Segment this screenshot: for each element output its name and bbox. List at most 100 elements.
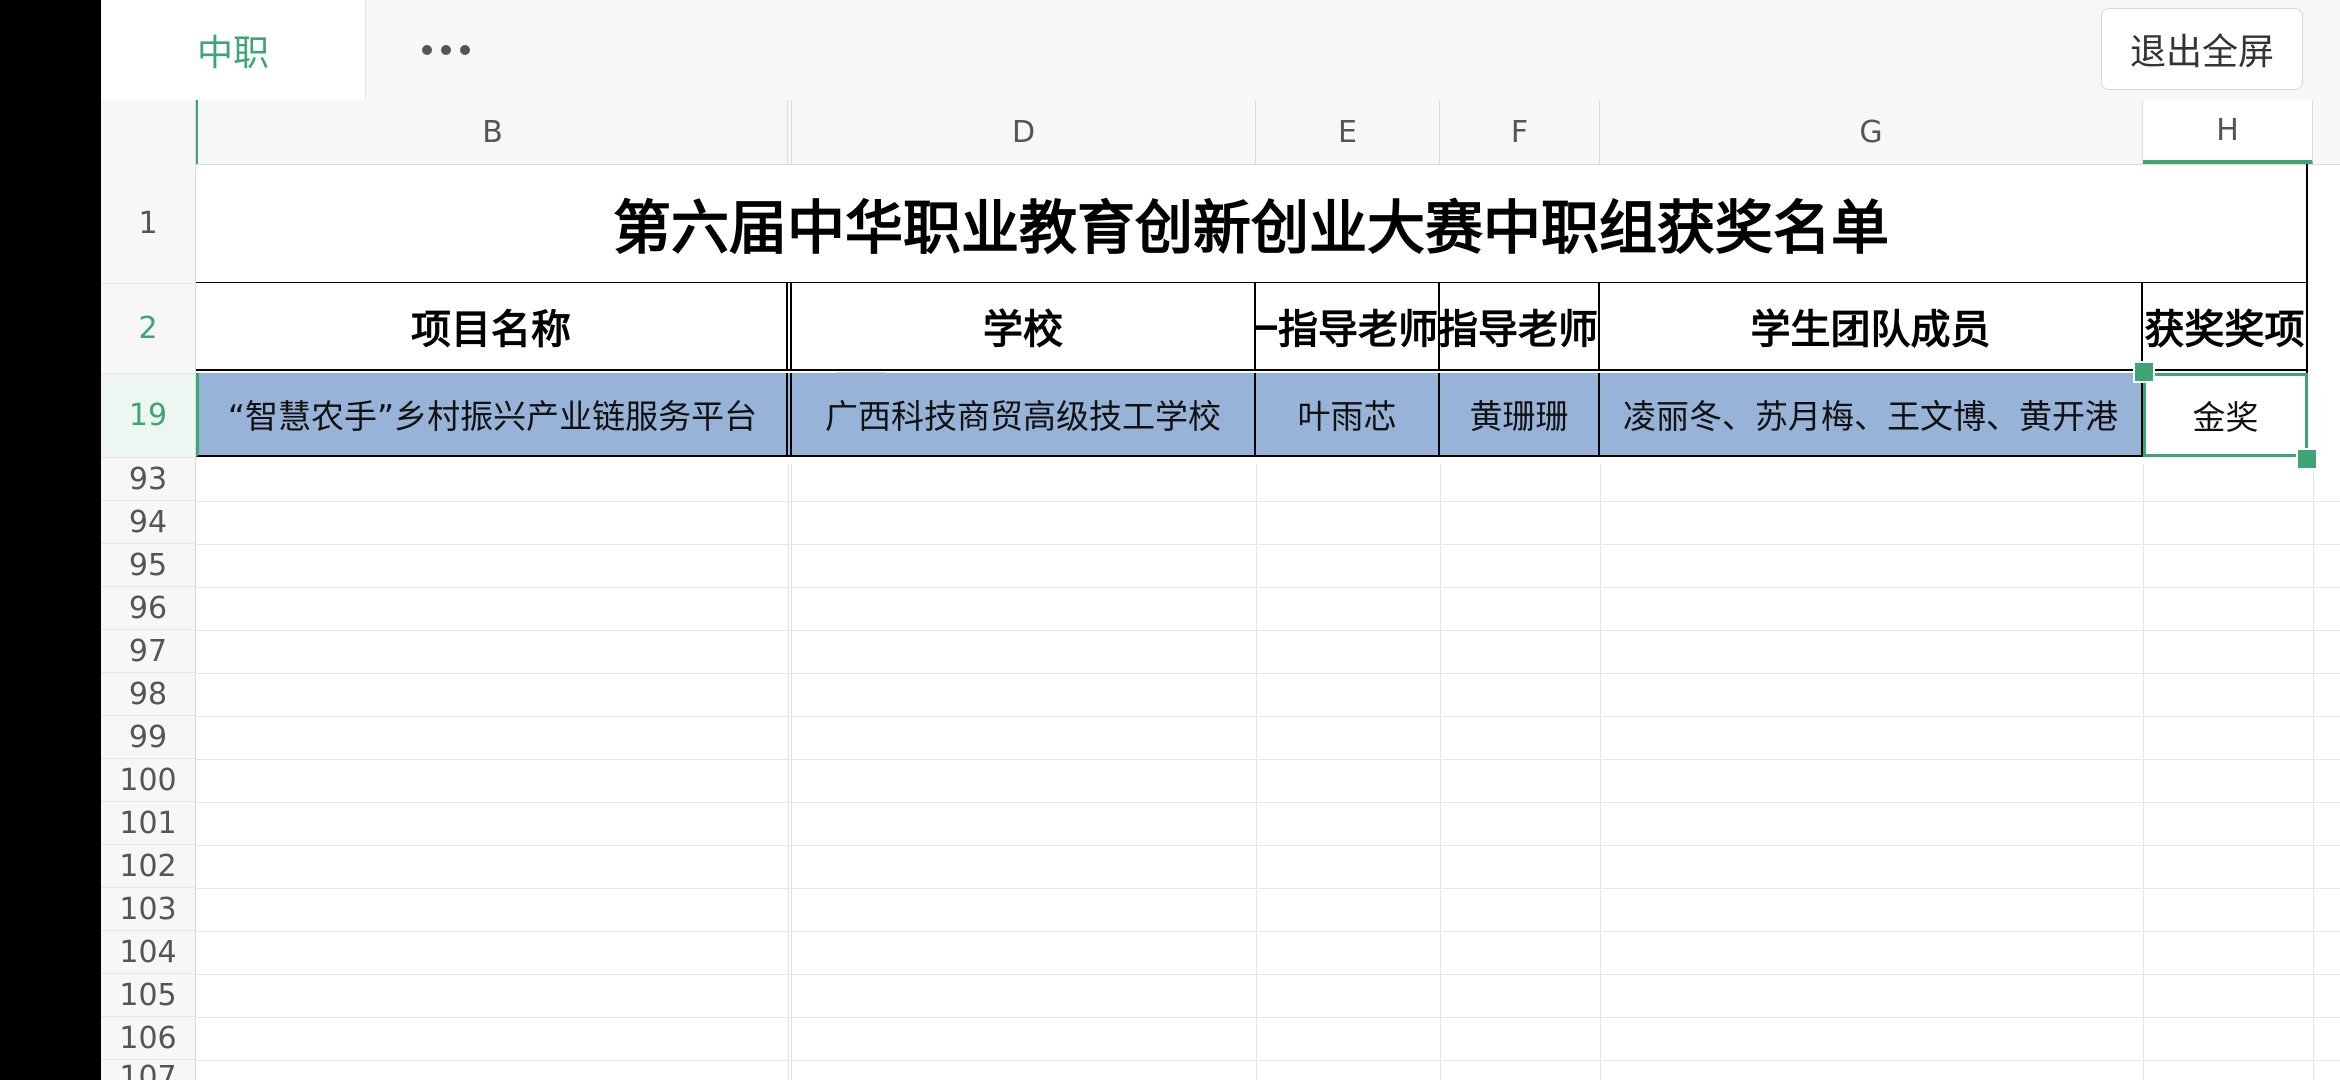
- corner-cell[interactable]: [101, 100, 196, 164]
- row-header[interactable]: 93: [101, 458, 195, 501]
- grid-line: [1600, 464, 1601, 1080]
- row-header[interactable]: 101: [101, 802, 195, 845]
- grid-line: [2313, 464, 2314, 1080]
- row-header[interactable]: 102: [101, 845, 195, 888]
- column-label: H: [2216, 112, 2239, 148]
- sheet-tab[interactable]: 中职: [101, 0, 366, 100]
- row-number: 95: [128, 547, 168, 583]
- cell-first-teacher[interactable]: 叶雨芯: [1256, 373, 1440, 457]
- grid-line: [196, 1017, 2340, 1018]
- dot: [441, 45, 451, 55]
- row-number: 2: [138, 311, 158, 346]
- cell-value: 黄珊珊: [1469, 397, 1569, 436]
- row-header[interactable]: 2: [101, 284, 195, 374]
- row-number: 94: [128, 504, 168, 540]
- cell-value: 广西科技商贸高级技工学校: [825, 397, 1221, 436]
- cell-value: 金奖: [2192, 398, 2259, 437]
- header-label: 获奖奖项: [2144, 307, 2305, 353]
- grid-line: [196, 630, 2340, 631]
- grid-line: [788, 464, 789, 1080]
- selection-handle-bottom-right[interactable]: [2296, 448, 2318, 470]
- row-header-bar: 1 2 19 93 94 95 96 97 98 99 100 101 102 …: [101, 164, 196, 1080]
- grid-line: [1256, 464, 1257, 1080]
- row-number: 105: [119, 977, 177, 1013]
- column-label: B: [482, 114, 503, 150]
- row-number: 98: [128, 676, 168, 712]
- row-number: 107: [119, 1060, 177, 1080]
- spreadsheet-app: 中职 退出全屏 B D E F G H 1 2 19 93 94 95 96 9…: [101, 0, 2340, 1080]
- column-header-g[interactable]: G: [1600, 100, 2143, 164]
- row-header[interactable]: 100: [101, 759, 195, 802]
- header-label: 学校: [983, 307, 1063, 353]
- grid-line: [196, 544, 2340, 545]
- row-header-selected[interactable]: 19: [101, 374, 195, 458]
- column-header-b[interactable]: B: [196, 100, 788, 164]
- row-header[interactable]: 104: [101, 931, 195, 974]
- header-cell-school[interactable]: 学校: [792, 283, 1256, 371]
- header-label: 第二指导老师: [1440, 307, 1598, 353]
- column-header-h[interactable]: H: [2143, 100, 2313, 164]
- row-header[interactable]: 103: [101, 888, 195, 931]
- header-label: 第一指导老师: [1256, 307, 1438, 353]
- row-number: 104: [119, 934, 177, 970]
- top-bar: 中职 退出全屏: [101, 0, 2340, 101]
- header-cell-students[interactable]: 学生团队成员: [1600, 283, 2143, 371]
- cell-value: “智慧农手”乡村振兴产业链服务平台: [227, 397, 758, 436]
- row-number: 93: [128, 461, 168, 497]
- grid-line: [196, 759, 2340, 760]
- column-label: F: [1510, 114, 1529, 150]
- header-cell-project[interactable]: 项目名称: [196, 283, 788, 371]
- row-header[interactable]: 97: [101, 630, 195, 673]
- row-header[interactable]: 105: [101, 974, 195, 1017]
- column-header-d[interactable]: D: [792, 100, 1256, 164]
- row-number: 99: [128, 719, 168, 755]
- row-number: 100: [119, 762, 177, 798]
- grid-line: [196, 888, 2340, 889]
- grid-line: [196, 587, 2340, 588]
- row-number: 101: [119, 805, 177, 841]
- grid-line: [196, 501, 2340, 502]
- sheet-tab-label: 中职: [196, 33, 269, 74]
- sheet-title: 第六届中华职业教育创新创业大赛中职组获奖名单: [612, 194, 1889, 262]
- row-header[interactable]: 95: [101, 544, 195, 587]
- exit-fullscreen-button[interactable]: 退出全屏: [2101, 8, 2303, 90]
- grid-line: [196, 673, 2340, 674]
- sheet-title-cell[interactable]: 第六届中华职业教育创新创业大赛中职组获奖名单: [196, 164, 2306, 283]
- cell-value: 凌丽冬、苏月梅、王文博、黄开港: [1623, 397, 2118, 436]
- more-options-icon[interactable]: [401, 0, 491, 100]
- cell-value: 叶雨芯: [1297, 397, 1397, 436]
- grid-line: [196, 974, 2340, 975]
- cell-school[interactable]: 广西科技商贸高级技工学校: [792, 373, 1256, 457]
- row-header[interactable]: 98: [101, 673, 195, 716]
- column-header-f[interactable]: F: [1440, 100, 1600, 164]
- dot: [460, 45, 470, 55]
- grid-line: [2143, 464, 2144, 1080]
- grid-line: [791, 464, 792, 1080]
- header-label: 项目名称: [411, 307, 571, 353]
- cell-project[interactable]: “智慧农手”乡村振兴产业链服务平台: [196, 373, 788, 457]
- row-number: 103: [119, 891, 177, 927]
- column-header-e[interactable]: E: [1256, 100, 1440, 164]
- grid-line: [196, 1060, 2340, 1061]
- cell-second-teacher[interactable]: 黄珊珊: [1440, 373, 1600, 457]
- grid-line: [196, 931, 2340, 932]
- column-label: G: [1859, 114, 1883, 150]
- row-header[interactable]: 99: [101, 716, 195, 759]
- row-header[interactable]: 1: [101, 164, 195, 284]
- row-header[interactable]: 106: [101, 1017, 195, 1060]
- row-header[interactable]: 94: [101, 501, 195, 544]
- cell-students[interactable]: 凌丽冬、苏月梅、王文博、黄开港: [1600, 373, 2143, 457]
- row-number: 1: [138, 206, 158, 241]
- row-header[interactable]: 96: [101, 587, 195, 630]
- header-cell-award[interactable]: 获奖奖项: [2143, 283, 2308, 371]
- row-number: 97: [128, 633, 168, 669]
- header-cell-first-teacher[interactable]: 第一指导老师: [1256, 283, 1440, 371]
- row-number: 102: [119, 848, 177, 884]
- grid-line: [196, 845, 2340, 846]
- selection-handle-top-left[interactable]: [2133, 361, 2155, 383]
- grid-line: [196, 716, 2340, 717]
- dot: [422, 45, 432, 55]
- header-cell-second-teacher[interactable]: 第二指导老师: [1440, 283, 1600, 371]
- cell-award-selected[interactable]: 金奖: [2143, 373, 2308, 457]
- row-header[interactable]: 107: [101, 1060, 195, 1080]
